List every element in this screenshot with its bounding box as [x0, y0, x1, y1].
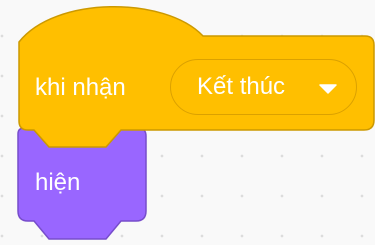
event-block-label: khi nhận: [35, 74, 126, 101]
code-workspace[interactable]: khi nhận Kết thúc hiện: [0, 0, 375, 245]
broadcast-message-dropdown[interactable]: Kết thúc: [170, 59, 357, 115]
triangle-down-icon: [319, 84, 337, 94]
block-shapes: [17, 5, 375, 240]
dropdown-selected-value: Kết thúc: [197, 73, 286, 100]
looks-block-label: hiện: [35, 169, 81, 196]
